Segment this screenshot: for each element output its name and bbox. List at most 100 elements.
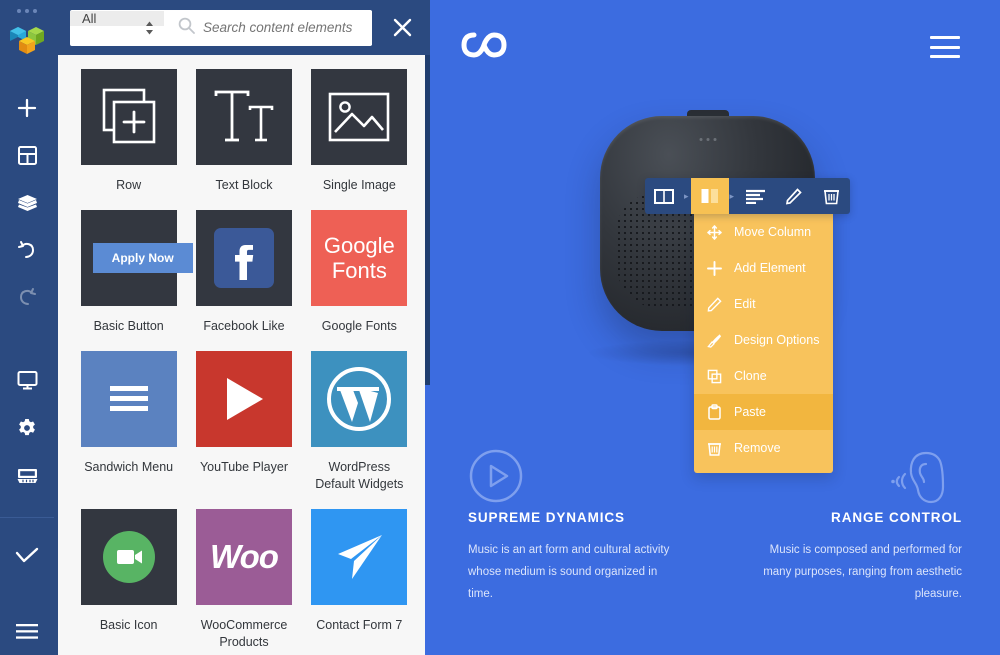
plus-icon bbox=[17, 98, 37, 118]
site-menu-hamburger-icon[interactable] bbox=[930, 36, 960, 58]
sidebar-item-menu[interactable] bbox=[0, 608, 54, 655]
pencil-icon bbox=[706, 296, 723, 313]
select-row-button[interactable] bbox=[645, 178, 683, 214]
menu-item-design-options[interactable]: Design Options bbox=[694, 322, 833, 358]
element-card-wordpress-widgets[interactable]: WordPress Default Widgets bbox=[307, 351, 412, 503]
menu-item-label: Remove bbox=[734, 441, 781, 455]
text-block-icon bbox=[195, 69, 292, 165]
feature-body: Music is an art form and cultural activi… bbox=[468, 544, 670, 600]
wordpress-icon bbox=[311, 351, 408, 447]
element-card-youtube-player[interactable]: YouTube Player bbox=[191, 351, 296, 503]
menu-item-remove[interactable]: Remove bbox=[694, 430, 833, 466]
element-card-google-fonts[interactable]: Google Fonts Google Fonts bbox=[307, 210, 412, 345]
element-label: Sandwich Menu bbox=[84, 460, 174, 474]
close-panel-button[interactable] bbox=[380, 0, 424, 55]
add-element-panel: All Search content elements Row Text Blo… bbox=[54, 0, 430, 655]
element-label: Google Fonts bbox=[321, 319, 397, 333]
element-label: Contact Form 7 bbox=[316, 618, 403, 632]
sidebar-item-save[interactable] bbox=[0, 532, 54, 579]
element-label: WooCommerce Products bbox=[200, 618, 288, 649]
speaker-indicator-dots bbox=[699, 138, 716, 141]
element-grid: Row Text Block Single Image Apply Now Ba… bbox=[58, 55, 430, 655]
element-card-basic-icon[interactable]: Basic Icon bbox=[76, 509, 181, 655]
layers-icon bbox=[17, 194, 38, 212]
panel-scrollbar-thumb[interactable] bbox=[425, 55, 430, 385]
select-column-button[interactable] bbox=[690, 178, 729, 214]
panel-search-bar: All bbox=[70, 9, 372, 46]
sandwich-menu-icon bbox=[80, 351, 177, 447]
element-card-text-block[interactable]: Text Block bbox=[191, 69, 296, 204]
search-input[interactable] bbox=[203, 10, 372, 45]
element-list[interactable]: Row Text Block Single Image Apply Now Ba… bbox=[58, 55, 430, 655]
woocommerce-icon: Woo bbox=[195, 509, 292, 605]
element-card-sandwich-menu[interactable]: Sandwich Menu bbox=[76, 351, 181, 503]
sidebar-item-settings[interactable] bbox=[0, 404, 54, 451]
plus-icon bbox=[706, 260, 723, 277]
sidebar-item-responsive-preview[interactable] bbox=[0, 357, 54, 404]
sidebar-item-templates[interactable] bbox=[0, 131, 54, 178]
remove-button[interactable] bbox=[812, 178, 850, 214]
menu-item-edit[interactable]: Edit bbox=[694, 286, 833, 322]
element-card-basic-button[interactable]: Apply Now Basic Button bbox=[76, 210, 193, 345]
basic-button-preview-label: Apply Now bbox=[111, 251, 174, 265]
menu-item-label: Move Column bbox=[734, 225, 812, 239]
google-fonts-line2: Fonts bbox=[331, 258, 387, 283]
edit-button[interactable] bbox=[774, 178, 812, 214]
woocommerce-wordmark: Woo bbox=[210, 538, 279, 575]
sidebar-item-add[interactable] bbox=[0, 84, 54, 131]
feature-title: RANGE CONTROL bbox=[831, 510, 962, 525]
feature-supreme-dynamics: SUPREME DYNAMICS Music is an art form an… bbox=[430, 448, 715, 605]
element-label: Facebook Like bbox=[203, 319, 285, 333]
search-field-wrap[interactable] bbox=[164, 10, 372, 46]
element-label: Single Image bbox=[322, 178, 396, 192]
column-context-menu[interactable]: Move Column Add Element Edit Design Opti… bbox=[694, 196, 833, 473]
move-arrows-icon bbox=[706, 224, 723, 241]
google-fonts-line1: Google bbox=[323, 233, 395, 258]
menu-item-paste[interactable]: Paste bbox=[694, 394, 833, 430]
sidebar-divider bbox=[0, 517, 54, 519]
category-filter-select[interactable]: All bbox=[70, 10, 164, 26]
element-label: Basic Icon bbox=[99, 618, 158, 632]
element-card-single-image[interactable]: Single Image bbox=[307, 69, 412, 204]
menu-item-add-element[interactable]: Add Element bbox=[694, 250, 833, 286]
element-label: Basic Button bbox=[93, 319, 164, 333]
element-card-contact-form-7[interactable]: Contact Form 7 bbox=[307, 509, 412, 655]
gear-icon bbox=[17, 418, 37, 438]
category-filter[interactable]: All bbox=[70, 10, 164, 46]
basic-button-icon: Apply Now bbox=[80, 210, 193, 306]
align-left-button[interactable] bbox=[736, 178, 774, 214]
sidebar-item-undo[interactable] bbox=[0, 226, 54, 273]
menu-item-label: Edit bbox=[734, 297, 756, 311]
feature-body: Music is composed and performed for many… bbox=[763, 544, 962, 600]
sidebar-item-layers[interactable] bbox=[0, 179, 54, 226]
sidebar-item-presets[interactable] bbox=[0, 452, 54, 499]
element-label: Text Block bbox=[215, 178, 273, 192]
element-label: Row bbox=[116, 178, 142, 192]
element-card-row[interactable]: Row bbox=[76, 69, 181, 204]
video-camera-icon bbox=[80, 509, 177, 605]
sidebar-item-redo[interactable] bbox=[0, 274, 54, 321]
layout-template-icon bbox=[17, 145, 37, 165]
check-icon bbox=[15, 547, 39, 565]
panel-scrollbar[interactable] bbox=[425, 55, 430, 655]
menu-item-move-column[interactable]: Move Column bbox=[694, 214, 833, 250]
youtube-play-icon bbox=[195, 351, 292, 447]
undo-icon bbox=[17, 240, 37, 260]
single-image-icon bbox=[311, 69, 408, 165]
element-controls-toolbar[interactable]: ▸ ▸ bbox=[645, 178, 851, 214]
presets-icon bbox=[17, 467, 38, 485]
paper-plane-icon bbox=[311, 509, 408, 605]
trash-icon bbox=[706, 440, 723, 457]
element-label: YouTube Player bbox=[199, 460, 288, 474]
element-card-facebook-like[interactable]: Facebook Like bbox=[191, 210, 296, 345]
app-logo[interactable] bbox=[7, 21, 47, 84]
menu-item-clone[interactable]: Clone bbox=[694, 358, 833, 394]
infinity-logo-icon[interactable] bbox=[460, 28, 508, 67]
site-header bbox=[430, 0, 1000, 94]
window-dots bbox=[17, 9, 37, 13]
menu-item-label: Add Element bbox=[734, 261, 806, 275]
row-plus-icon bbox=[80, 69, 177, 165]
editor-sidebar bbox=[0, 0, 54, 655]
search-icon bbox=[178, 17, 195, 39]
element-card-woocommerce-products[interactable]: Woo WooCommerce Products bbox=[191, 509, 296, 655]
